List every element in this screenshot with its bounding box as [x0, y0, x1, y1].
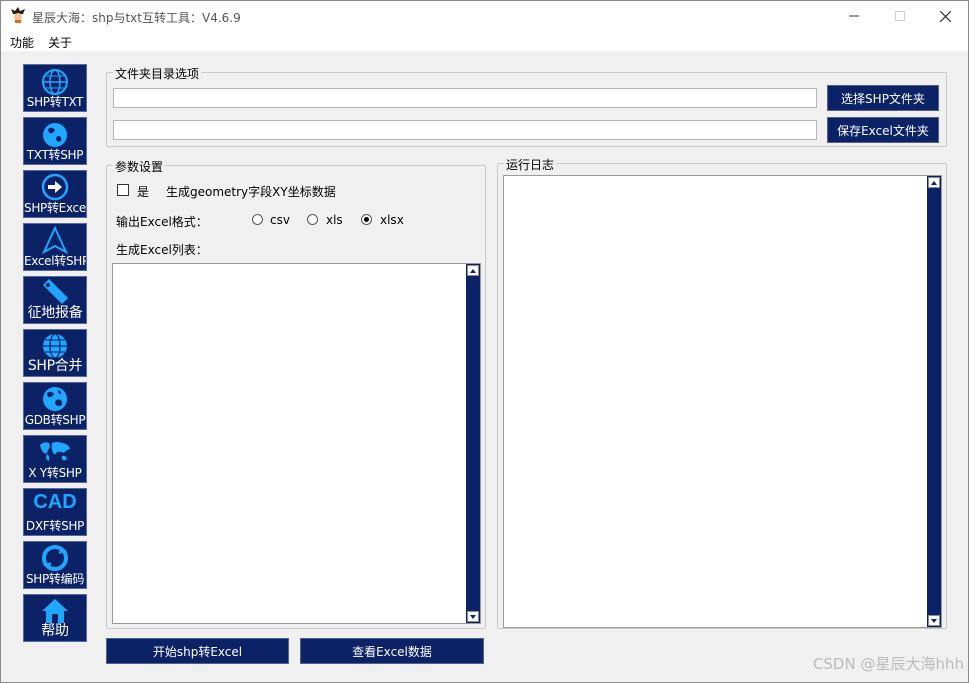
format-xlsx-radio[interactable]: [361, 214, 372, 225]
window-title: 星辰大海：shp与txt互转工具：V4.6.9: [32, 11, 241, 25]
sidebar-label: X Y转SHP: [28, 466, 82, 480]
sidebar-excel-to-shp-button[interactable]: Excel转SHP: [23, 223, 87, 271]
minimize-button[interactable]: [831, 1, 877, 31]
menu-about[interactable]: 关于: [48, 34, 72, 51]
app-window: 星辰大海：shp与txt互转工具：V4.6.9 功能 关于 SHP转TXT TX…: [0, 0, 969, 683]
cad-icon: CAD: [33, 491, 77, 513]
format-csv-radio[interactable]: [252, 214, 263, 225]
sidebar-label: 征地报备: [27, 305, 83, 321]
menu-bar: 功能 关于: [1, 31, 968, 51]
sidebar-help-button[interactable]: 帮助: [23, 594, 87, 642]
sidebar-label: Excel转SHP: [24, 254, 87, 268]
watermark: CSDN @星辰大海hhh: [812, 655, 964, 673]
sidebar-label: 帮助: [41, 623, 69, 639]
geometry-xy-checkbox[interactable]: [117, 184, 129, 196]
scroll-down-icon[interactable]: [467, 611, 479, 622]
excel-columns-label: 生成Excel列表：: [116, 243, 208, 257]
sidebar-dxf-to-shp-button[interactable]: CAD DXF转SHP: [23, 488, 87, 536]
scroll-up-icon[interactable]: [928, 177, 940, 188]
minimize-icon: [849, 15, 859, 17]
excel-folder-input[interactable]: [113, 120, 817, 140]
title-bar: 星辰大海：shp与txt互转工具：V4.6.9: [1, 1, 968, 31]
select-shp-folder-button[interactable]: 选择SHP文件夹: [827, 85, 939, 111]
sidebar-xy-to-shp-button[interactable]: X Y转SHP: [23, 435, 87, 483]
sidebar-shp-encoding-button[interactable]: SHP转编码: [23, 541, 87, 589]
format-xls-label: xls: [326, 213, 343, 227]
maximize-icon: [895, 11, 905, 21]
format-xls-radio[interactable]: [307, 214, 318, 225]
shp-folder-input[interactable]: [113, 88, 817, 108]
format-csv-label: csv: [270, 213, 290, 227]
sidebar-label: SHP合并: [27, 358, 83, 374]
save-excel-folder-button[interactable]: 保存Excel文件夹: [827, 117, 939, 143]
sidebar-label: SHP转编码: [25, 572, 85, 586]
folder-options-title: 文件夹目录选项: [113, 65, 202, 82]
format-xlsx-label: xlsx: [380, 213, 404, 227]
sidebar-shp-merge-button[interactable]: SHP合并: [23, 329, 87, 377]
params-title: 参数设置: [113, 158, 166, 175]
scroll-down-icon[interactable]: [928, 615, 940, 626]
sidebar-gdb-to-shp-button[interactable]: GDB转SHP: [23, 382, 87, 430]
maximize-button[interactable]: [877, 1, 923, 31]
checkbox-yes-label: 是: [137, 185, 150, 199]
run-log-textarea[interactable]: [503, 175, 942, 628]
sidebar-label: TXT转SHP: [26, 148, 84, 162]
sidebar-label: SHP转Excel: [24, 201, 87, 215]
sidebar-shp-to-txt-button[interactable]: SHP转TXT: [23, 64, 87, 112]
sidebar-label: DXF转SHP: [25, 519, 85, 533]
sidebar-land-report-button[interactable]: 征地报备: [23, 276, 87, 324]
checkbox-description: 生成geometry字段XY坐标数据: [166, 185, 336, 199]
close-icon: [939, 10, 951, 22]
start-convert-button[interactable]: 开始shp转Excel: [106, 638, 289, 664]
log-title: 运行日志: [504, 156, 557, 173]
world-map-icon: [40, 442, 70, 461]
log-scrollbar[interactable]: [927, 176, 941, 627]
sidebar-label: GDB转SHP: [24, 413, 86, 427]
app-logo-icon: [11, 7, 25, 23]
menu-function[interactable]: 功能: [10, 34, 34, 51]
excel-columns-list[interactable]: [112, 263, 481, 624]
sidebar-label: SHP转TXT: [26, 95, 84, 109]
scroll-up-icon[interactable]: [467, 265, 479, 276]
view-excel-button[interactable]: 查看Excel数据: [300, 638, 484, 664]
sidebar-txt-to-shp-button[interactable]: TXT转SHP: [23, 117, 87, 165]
columns-scrollbar[interactable]: [466, 264, 480, 623]
excel-format-label: 输出Excel格式：: [116, 215, 208, 229]
sidebar-shp-to-excel-button[interactable]: SHP转Excel: [23, 170, 87, 218]
close-button[interactable]: [922, 1, 968, 31]
